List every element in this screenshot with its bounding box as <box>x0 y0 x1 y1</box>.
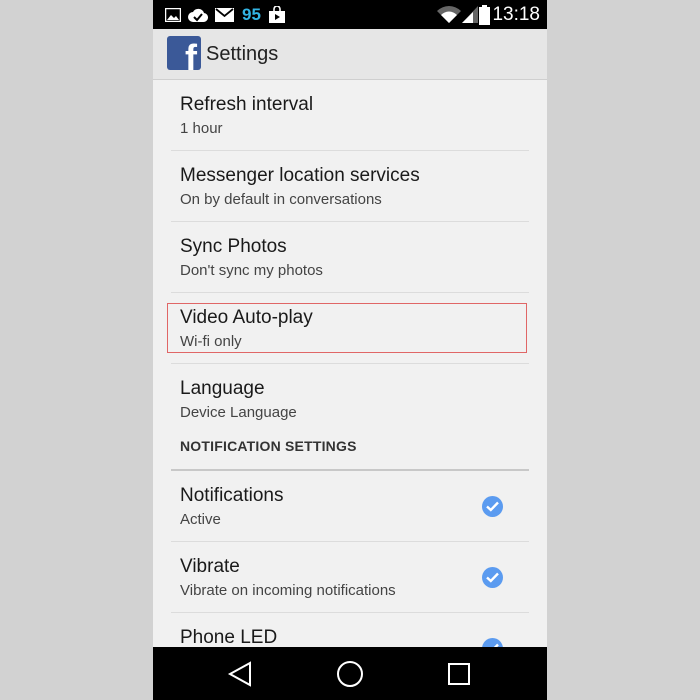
pref-title: Refresh interval <box>180 94 314 115</box>
shopping-bag-icon <box>269 0 285 29</box>
pref-messenger-location[interactable]: Messenger location services On by defaul… <box>171 151 529 222</box>
status-time: 13:18 <box>492 4 540 25</box>
pref-summary: Device Language <box>180 404 297 421</box>
pref-summary: Vibrate on incoming notifications <box>180 582 396 599</box>
page-title: Settings <box>206 43 279 65</box>
pref-summary: Don't sync my photos <box>180 262 323 279</box>
navigation-bar <box>153 647 547 700</box>
battery-percent: 95 <box>242 5 261 24</box>
wifi-icon <box>437 0 461 29</box>
image-icon <box>165 0 181 29</box>
check-icon[interactable] <box>482 496 503 517</box>
status-bar: 95 13:18 <box>153 0 547 29</box>
action-bar: f Settings <box>153 29 547 80</box>
pref-title: Notifications <box>180 485 284 506</box>
pref-title: Messenger location services <box>180 165 420 186</box>
pref-summary: Active <box>180 511 221 528</box>
signal-icon <box>462 0 478 29</box>
pref-sync-photos[interactable]: Sync Photos Don't sync my photos <box>171 222 529 293</box>
phone-screen: 95 13:18 f Settings Refresh interval 1 h… <box>153 0 547 700</box>
pref-title: Language <box>180 378 265 399</box>
pref-video-autoplay[interactable]: Video Auto-play Wi-fi only <box>171 293 529 364</box>
pref-summary: 1 hour <box>180 120 223 137</box>
category-label: NOTIFICATION SETTINGS <box>180 438 357 454</box>
pref-refresh-interval[interactable]: Refresh interval 1 hour <box>171 80 529 151</box>
check-icon[interactable] <box>482 567 503 588</box>
pref-title: Sync Photos <box>180 236 287 257</box>
facebook-logo-icon[interactable]: f <box>167 36 201 70</box>
pref-summary: On by default in conversations <box>180 191 382 208</box>
recents-square-icon[interactable] <box>429 647 489 700</box>
pref-language[interactable]: Language Device Language <box>171 364 529 434</box>
checkmark-cloud-icon <box>188 0 208 29</box>
pref-title: Video Auto-play <box>180 307 313 328</box>
pref-vibrate[interactable]: Vibrate Vibrate on incoming notification… <box>171 542 529 613</box>
pref-title: Phone LED <box>180 627 278 648</box>
pref-summary: Wi-fi only <box>180 333 242 350</box>
pref-title: Vibrate <box>180 556 240 577</box>
notification-settings-header: NOTIFICATION SETTINGS <box>171 434 529 471</box>
home-circle-icon[interactable] <box>320 647 380 700</box>
back-triangle-icon[interactable] <box>210 647 270 700</box>
settings-list: Refresh interval 1 hour Messenger locati… <box>153 80 547 684</box>
email-icon <box>215 0 234 29</box>
battery-icon <box>479 0 490 29</box>
pref-notifications[interactable]: Notifications Active <box>171 471 529 542</box>
